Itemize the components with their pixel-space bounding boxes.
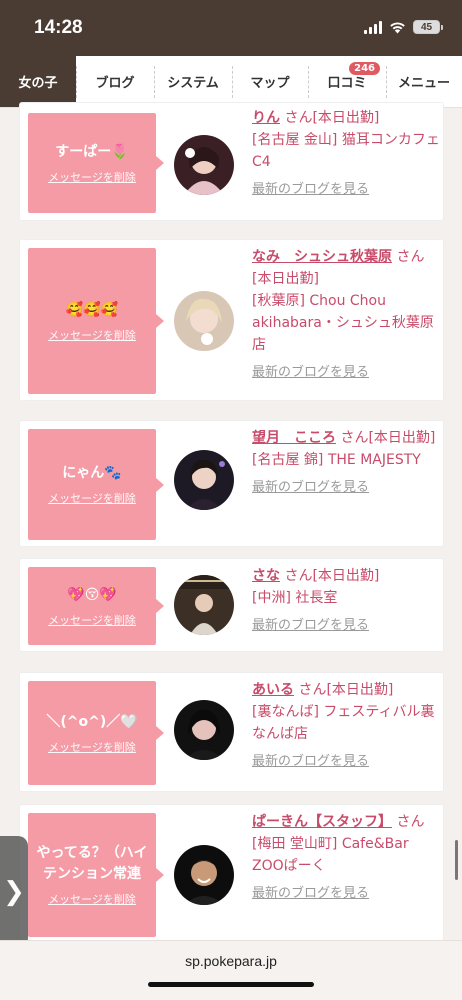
wifi-icon bbox=[390, 21, 405, 33]
message-bubble: 💖😚💖 メッセージを削除 bbox=[28, 567, 164, 645]
message-text: にゃん🐾 bbox=[62, 465, 122, 481]
avatar[interactable] bbox=[174, 845, 234, 905]
battery-icon: 45 bbox=[413, 20, 443, 34]
message-text: やってる？（ハイテンション常連 bbox=[36, 845, 148, 882]
browser-url-bar[interactable]: sp.pokepara.jp bbox=[0, 940, 462, 1000]
nav-tab-label: 女の子 bbox=[18, 76, 58, 91]
nav-tab-label: システム bbox=[167, 76, 219, 91]
message-card: 💖😚💖 メッセージを削除 さな さん[本日出勤] [中洲] 社長室 最新のブログ… bbox=[19, 558, 444, 652]
latest-blog-link[interactable]: 最新のブログを見る bbox=[252, 615, 440, 637]
delete-message-link[interactable]: メッセージを削除 bbox=[48, 490, 136, 506]
girl-info: なみ シュシュ秋葉原 さん[本日出勤] [秋葉原] Chou Chou akih… bbox=[252, 246, 440, 384]
message-card: すーぱー🌷 メッセージを削除 りん さん[本日出勤] [名古屋 金山] 猫耳コン… bbox=[19, 102, 444, 221]
girl-name-link[interactable]: あいる bbox=[252, 682, 294, 698]
nav-tab-label: ブログ bbox=[95, 76, 135, 91]
avatar[interactable] bbox=[174, 291, 234, 351]
nav-tab-label: マップ bbox=[250, 76, 290, 91]
girl-info: 望月 こころ さん[本日出勤] [名古屋 錦] THE MAJESTY 最新のブ… bbox=[252, 427, 440, 499]
avatar[interactable] bbox=[174, 575, 234, 635]
delete-message-link[interactable]: メッセージを削除 bbox=[48, 891, 136, 907]
avatar[interactable] bbox=[174, 450, 234, 510]
message-bubble: にゃん🐾 メッセージを削除 bbox=[28, 429, 164, 540]
girl-name-link[interactable]: 望月 こころ bbox=[252, 430, 336, 446]
latest-blog-link[interactable]: 最新のブログを見る bbox=[252, 362, 440, 384]
girl-info: さな さん[本日出勤] [中洲] 社長室 最新のブログを見る bbox=[252, 565, 440, 637]
nav-tab-reviews[interactable]: 口コミ 246 bbox=[308, 56, 386, 107]
girl-info: りん さん[本日出勤] [名古屋 金山] 猫耳コンカフェ C4 最新のブログを見… bbox=[252, 107, 440, 201]
latest-blog-link[interactable]: 最新のブログを見る bbox=[252, 179, 440, 201]
status-time: 14:28 bbox=[34, 17, 83, 38]
message-card: やってる？（ハイテンション常連 メッセージを削除 ぱーきん【スタッフ】 さん [… bbox=[19, 804, 444, 942]
message-bubble: 🥰🥰🥰 メッセージを削除 bbox=[28, 248, 164, 394]
shop-name: [秋葉原] Chou Chou akihabara・シュシュ秋葉原店 bbox=[252, 293, 434, 353]
delete-message-link[interactable]: メッセージを削除 bbox=[48, 739, 136, 755]
cellular-signal-icon bbox=[364, 20, 382, 34]
message-bubble: ＼(^o^)／🤍 メッセージを削除 bbox=[28, 681, 164, 785]
attendance-status: さん[本日出勤] bbox=[340, 430, 436, 446]
status-bar: 14:28 45 bbox=[0, 0, 462, 56]
nav-tab-girls[interactable]: 女の子 bbox=[0, 56, 76, 107]
nav-tab-blog[interactable]: ブログ bbox=[76, 56, 154, 107]
message-bubble: すーぱー🌷 メッセージを削除 bbox=[28, 113, 164, 213]
nav-tab-menu[interactable]: メニュー bbox=[386, 56, 462, 107]
shop-name: [梅田 堂山町] Cafe&Bar ZOOぱーく bbox=[252, 836, 409, 874]
attendance-status: さん[本日出勤] bbox=[298, 682, 394, 698]
avatar[interactable] bbox=[174, 135, 234, 195]
status-icons: 45 bbox=[364, 20, 443, 34]
message-card: ＼(^o^)／🤍 メッセージを削除 あいる さん[本日出勤] [裏なんば] フェ… bbox=[19, 672, 444, 792]
message-text: すーぱー🌷 bbox=[55, 143, 129, 160]
reviews-count-badge: 246 bbox=[349, 62, 380, 75]
avatar[interactable] bbox=[174, 700, 234, 760]
message-text: ＼(^o^)／🤍 bbox=[46, 713, 138, 730]
top-nav: 女の子 ブログ システム マップ 口コミ 246 メニュー bbox=[0, 56, 462, 108]
shop-name: [中洲] 社長室 bbox=[252, 590, 338, 606]
side-panel-handle[interactable]: ❯ bbox=[0, 836, 28, 948]
girl-name-link[interactable]: ぱーきん【スタッフ】 bbox=[252, 814, 392, 830]
girl-name-link[interactable]: さな bbox=[252, 568, 280, 584]
shop-name: [名古屋 金山] 猫耳コンカフェ C4 bbox=[252, 132, 440, 170]
attendance-status: さん[本日出勤] bbox=[284, 110, 380, 126]
message-bubble: やってる？（ハイテンション常連 メッセージを削除 bbox=[28, 813, 164, 937]
message-text: 💖😚💖 bbox=[67, 586, 117, 603]
delete-message-link[interactable]: メッセージを削除 bbox=[48, 169, 136, 185]
latest-blog-link[interactable]: 最新のブログを見る bbox=[252, 751, 440, 773]
url-text: sp.pokepara.jp bbox=[185, 953, 277, 969]
girl-info: あいる さん[本日出勤] [裏なんば] フェスティバル裏なんば店 最新のブログを… bbox=[252, 679, 440, 773]
message-card: にゃん🐾 メッセージを削除 望月 こころ さん[本日出勤] [名古屋 錦] TH… bbox=[19, 420, 444, 547]
attendance-status: さん bbox=[396, 814, 425, 830]
latest-blog-link[interactable]: 最新のブログを見る bbox=[252, 477, 440, 499]
scrollbar[interactable] bbox=[455, 840, 458, 880]
girl-name-link[interactable]: りん bbox=[252, 110, 280, 126]
shop-name: [裏なんば] フェスティバル裏なんば店 bbox=[252, 704, 435, 742]
girl-name-link[interactable]: なみ シュシュ秋葉原 bbox=[252, 249, 392, 265]
nav-tab-system[interactable]: システム bbox=[154, 56, 232, 107]
delete-message-link[interactable]: メッセージを削除 bbox=[48, 327, 136, 343]
delete-message-link[interactable]: メッセージを削除 bbox=[48, 612, 136, 628]
girl-info: ぱーきん【スタッフ】 さん [梅田 堂山町] Cafe&Bar ZOOぱーく 最… bbox=[252, 811, 440, 905]
shop-name: [名古屋 錦] THE MAJESTY bbox=[252, 452, 421, 468]
attendance-status: さん[本日出勤] bbox=[284, 568, 380, 584]
nav-tab-label: メニュー bbox=[397, 76, 450, 91]
message-card: 🥰🥰🥰 メッセージを削除 なみ シュシュ秋葉原 さん[本日出勤] [秋葉原] C… bbox=[19, 239, 444, 401]
chevron-right-icon: ❯ bbox=[3, 877, 25, 907]
latest-blog-link[interactable]: 最新のブログを見る bbox=[252, 883, 440, 905]
nav-tab-map[interactable]: マップ bbox=[232, 56, 308, 107]
home-indicator bbox=[148, 982, 314, 987]
message-text: 🥰🥰🥰 bbox=[65, 301, 119, 318]
